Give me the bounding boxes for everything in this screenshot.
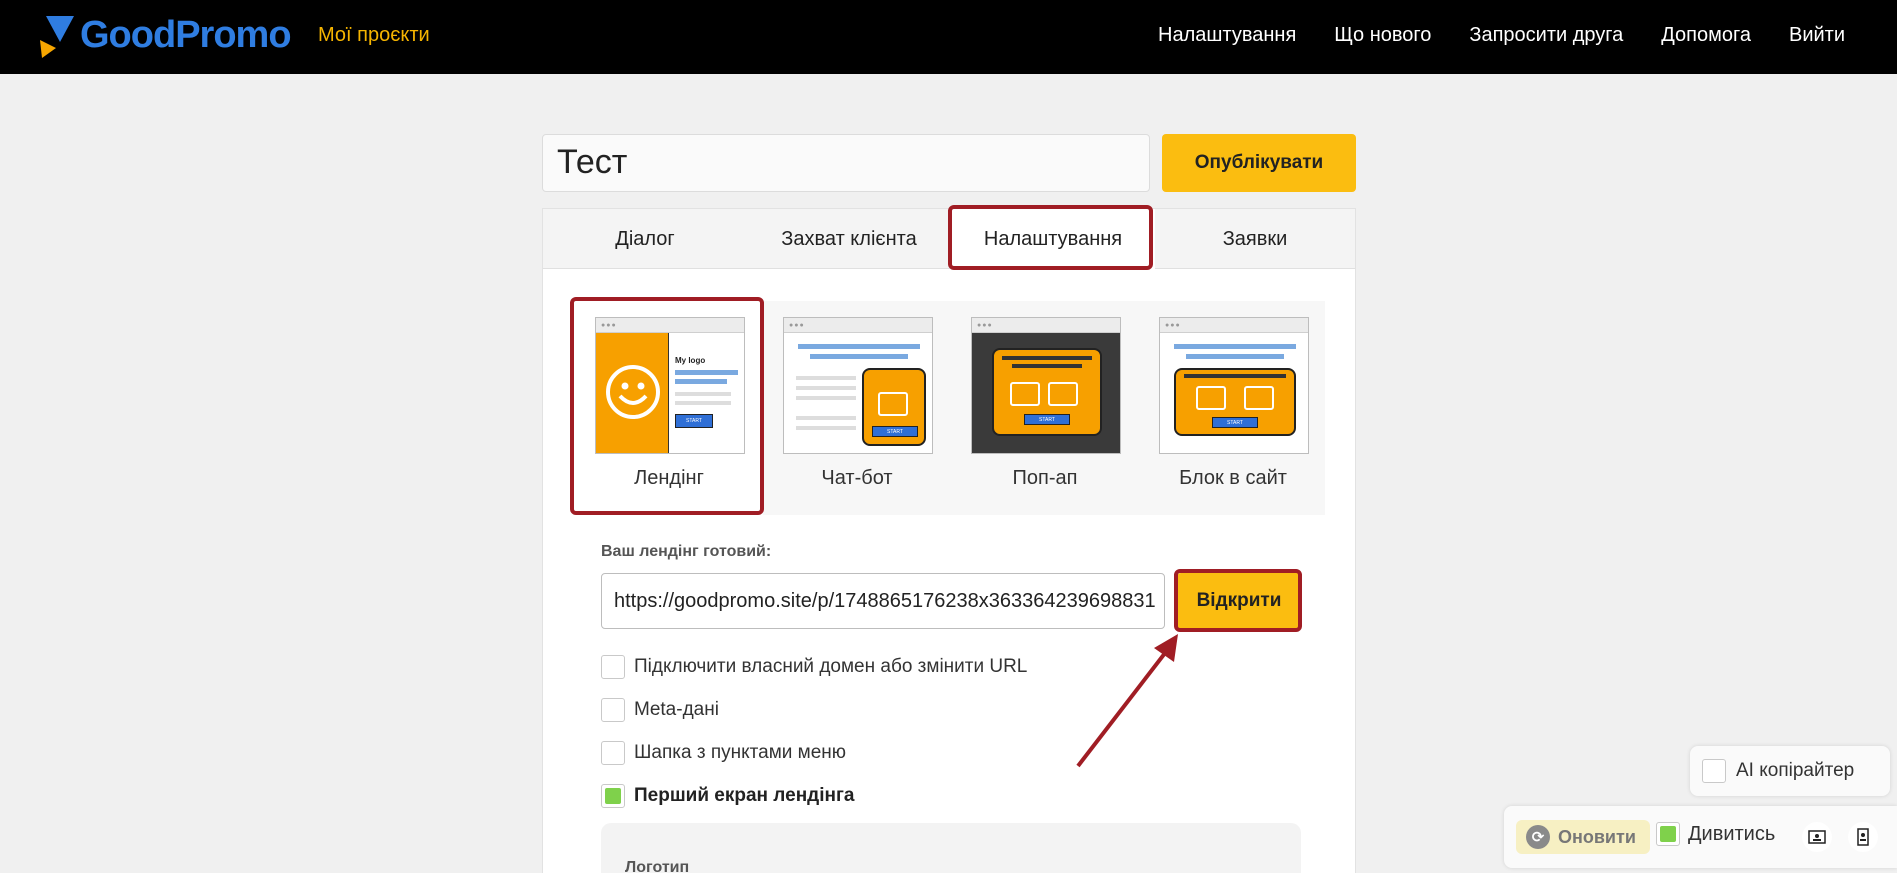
watch-label: Дивитись bbox=[1688, 822, 1776, 845]
type-card-popup[interactable]: ●●● START Поп-ап bbox=[951, 301, 1139, 515]
tab-client-capture[interactable]: Захват клієнта bbox=[747, 209, 951, 269]
logo-section-label: Логотип bbox=[625, 859, 690, 873]
mobile-view-icon[interactable] bbox=[1848, 822, 1878, 852]
option-first-screen[interactable]: Перший екран лендінга bbox=[601, 784, 854, 808]
option-label: Перший екран лендінга bbox=[634, 785, 855, 806]
nav-my-projects[interactable]: Мої проєкти bbox=[318, 24, 430, 47]
option-header-menu[interactable]: Шапка з пунктами меню bbox=[601, 741, 846, 765]
watch-toggle[interactable]: Дивитись bbox=[1656, 822, 1775, 846]
publish-type-selector: ●●● My logo START Лендінг ●●● START Чат-… bbox=[575, 301, 1325, 515]
popup-thumbnail-icon: ●●● START bbox=[971, 317, 1121, 454]
type-label-chatbot: Чат-бот bbox=[821, 467, 893, 489]
annotation-arrow-icon bbox=[1076, 634, 1178, 768]
refresh-icon: ⟳ bbox=[1526, 825, 1550, 849]
landing-url-field[interactable]: https://goodpromo.site/p/1748865176238x3… bbox=[601, 573, 1165, 629]
type-label-popup: Поп-ап bbox=[1012, 467, 1078, 489]
ai-copywriter-label: AI копірайтер bbox=[1736, 760, 1855, 781]
watch-checkbox[interactable] bbox=[1656, 822, 1680, 846]
first-screen-checkbox[interactable] bbox=[601, 784, 625, 808]
header-menu-checkbox[interactable] bbox=[601, 741, 625, 765]
logo-icon bbox=[40, 16, 74, 58]
top-navigation-bar: GoodPromo Мої проєкти Налаштування Що но… bbox=[0, 0, 1897, 74]
nav-invite-friend[interactable]: Запросити друга bbox=[1469, 24, 1623, 47]
project-panel: Діалог Захват клієнта Налаштування Заявк… bbox=[542, 208, 1356, 873]
tab-settings[interactable]: Налаштування bbox=[951, 209, 1155, 269]
thumb-logo-text: My logo bbox=[675, 356, 706, 365]
nav-settings[interactable]: Налаштування bbox=[1158, 24, 1296, 47]
nav-logout[interactable]: Вийти bbox=[1789, 24, 1845, 47]
option-label: Meta-дані bbox=[634, 699, 719, 720]
type-label-site-block: Блок в сайт bbox=[1179, 467, 1287, 489]
nav-whats-new[interactable]: Що нового bbox=[1334, 24, 1431, 47]
ai-copywriter-toggle[interactable]: AI копірайтер bbox=[1690, 746, 1890, 796]
landing-thumbnail-icon: ●●● My logo START bbox=[595, 317, 745, 454]
option-label: Підключити власний домен або змінити URL bbox=[634, 656, 1028, 677]
refresh-button[interactable]: ⟳ Оновити bbox=[1516, 820, 1650, 854]
brand-name: GoodPromo bbox=[80, 13, 292, 56]
type-card-landing[interactable]: ●●● My logo START Лендінг bbox=[575, 301, 763, 515]
tab-bar: Діалог Захват клієнта Налаштування Заявк… bbox=[543, 209, 1355, 269]
tab-dialog[interactable]: Діалог bbox=[543, 209, 747, 269]
publish-button[interactable]: Опублікувати bbox=[1162, 134, 1356, 192]
ai-copywriter-checkbox[interactable] bbox=[1702, 759, 1726, 783]
site-block-thumbnail-icon: ●●● START bbox=[1159, 317, 1309, 454]
landing-ready-label: Ваш лендінг готовий: bbox=[601, 543, 772, 560]
type-label-landing: Лендінг bbox=[634, 467, 704, 489]
nav-menu: Налаштування Що нового Запросити друга Д… bbox=[1158, 24, 1845, 47]
option-label: Шапка з пунктами меню bbox=[634, 742, 847, 763]
open-landing-button[interactable]: Відкрити bbox=[1177, 573, 1301, 629]
desktop-view-icon[interactable] bbox=[1802, 822, 1832, 852]
nav-help[interactable]: Допомога bbox=[1661, 24, 1751, 47]
tab-requests[interactable]: Заявки bbox=[1155, 209, 1355, 269]
custom-domain-checkbox[interactable] bbox=[601, 655, 625, 679]
refresh-label: Оновити bbox=[1558, 826, 1636, 847]
type-card-site-block[interactable]: ●●● START Блок в сайт bbox=[1139, 301, 1327, 515]
goodpromo-logo[interactable]: GoodPromo bbox=[38, 12, 292, 58]
preview-toolbar: ⟳ Оновити Дивитись bbox=[1504, 806, 1897, 868]
type-card-chatbot[interactable]: ●●● START Чат-бот bbox=[763, 301, 951, 515]
chatbot-thumbnail-icon: ●●● START bbox=[783, 317, 933, 454]
option-meta-data[interactable]: Meta-дані bbox=[601, 698, 719, 722]
meta-data-checkbox[interactable] bbox=[601, 698, 625, 722]
option-custom-domain[interactable]: Підключити власний домен або змінити URL bbox=[601, 655, 1027, 679]
project-title-input[interactable]: Тест bbox=[542, 134, 1150, 192]
logo-settings-section: Логотип bbox=[601, 823, 1301, 873]
